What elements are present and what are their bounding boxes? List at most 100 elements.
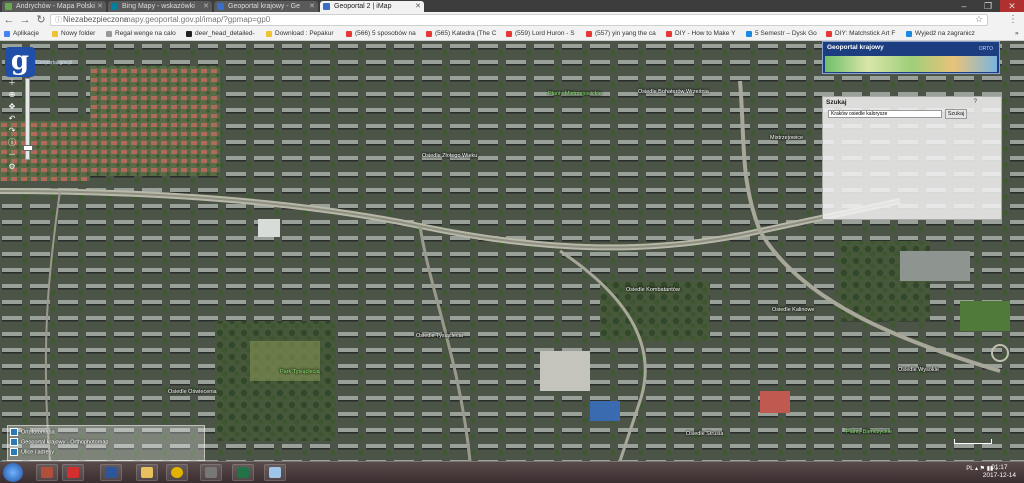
- taskbar-app-excel[interactable]: [232, 464, 254, 481]
- taskbar-app-paint[interactable]: [264, 464, 286, 481]
- url-text: mapy.geoportal.gov.pl/imap/?gpmap=gp0: [124, 15, 271, 24]
- address-bar[interactable]: ⓘ Niezabezpieczona mapy.geoportal.gov.pl…: [50, 14, 988, 26]
- taskbar-app-photo[interactable]: [36, 464, 58, 481]
- map-tools: ＋ ⊕ ✥ ↶ ↷ ⓘ － ⚙: [7, 76, 21, 174]
- more-bookmarks-icon[interactable]: »: [1006, 28, 1024, 40]
- tab-geoportal-imap[interactable]: Geoportal 2 | iMap ✕: [320, 1, 424, 12]
- zoom-out-icon[interactable]: －: [7, 150, 17, 160]
- zoom-area-icon[interactable]: ⊕: [7, 90, 17, 100]
- map-label: Osiedle Tysiąclecia: [416, 333, 463, 339]
- close-icon[interactable]: ✕: [97, 1, 103, 12]
- windows-start-icon[interactable]: [3, 463, 23, 482]
- language-indicator[interactable]: PL: [966, 466, 973, 472]
- help-icon[interactable]: ?: [974, 99, 977, 105]
- bookmark-item[interactable]: deer_head_detailed-: [186, 28, 269, 40]
- bookmark-label: Regał wenge na calo: [115, 30, 176, 37]
- reload-icon[interactable]: ↻: [34, 13, 48, 27]
- bookmark-item[interactable]: Aplikacje: [4, 28, 55, 40]
- checkbox-icon[interactable]: [10, 428, 18, 436]
- bookmark-item[interactable]: (557) yin yang the ca: [586, 28, 669, 40]
- window-close-icon[interactable]: ✕: [1000, 0, 1024, 12]
- geoportal-favicon-icon: [323, 3, 330, 10]
- zoom-slider-handle[interactable]: [23, 145, 33, 151]
- excel-icon: [237, 467, 249, 478]
- layer-label: Ulice i adresy: [21, 449, 55, 456]
- search-button[interactable]: Szukaj: [945, 109, 967, 119]
- checkbox-icon[interactable]: [10, 448, 18, 456]
- previous-view-icon[interactable]: ↶: [7, 114, 17, 124]
- settings-icon[interactable]: ⚙: [7, 162, 17, 172]
- pan-icon[interactable]: ✥: [7, 102, 17, 112]
- tab-title: Bing Mapy - wskazówki: [122, 3, 195, 10]
- car-icon: [205, 467, 217, 478]
- info-icon[interactable]: ⓘ: [55, 16, 62, 26]
- minimize-icon[interactable]: –: [952, 0, 976, 12]
- next-view-icon[interactable]: ↷: [7, 126, 17, 136]
- overview-minimap[interactable]: [825, 56, 997, 72]
- forward-arrow-icon[interactable]: →: [18, 13, 32, 27]
- bookmark-label: deer_head_detailed-: [195, 30, 255, 37]
- apps-grid-icon: [4, 31, 10, 37]
- taskbar-app-chrome[interactable]: [166, 464, 188, 481]
- search-title: Szukaj: [826, 99, 847, 106]
- map-label: Park Tysiąclecia: [280, 369, 320, 375]
- zoom-in-icon[interactable]: ＋: [7, 78, 17, 88]
- search-input[interactable]: [828, 110, 942, 118]
- bing-favicon-icon: [111, 3, 118, 10]
- bookmark-item[interactable]: (565) Katedra (The C: [426, 28, 509, 40]
- map-favicon-icon: [5, 3, 12, 10]
- bookmark-item[interactable]: 5 Semestr – Dysk Go: [746, 28, 829, 40]
- back-arrow-icon[interactable]: ←: [2, 13, 16, 27]
- bookmark-label: (565) Katedra (The C: [435, 30, 497, 37]
- close-icon[interactable]: ✕: [415, 1, 421, 12]
- tab-geoportal-krajowy[interactable]: Geoportal krajowy - Ge ✕: [214, 1, 318, 12]
- bookmark-item[interactable]: (566) 5 sposobów na: [346, 28, 429, 40]
- bookmark-item[interactable]: DIY - How to Make Y: [666, 28, 749, 40]
- info-icon[interactable]: ⓘ: [7, 138, 17, 148]
- taskbar-app-car[interactable]: [200, 464, 222, 481]
- map-label: Osiedle Kombatantów: [626, 287, 680, 293]
- layer-row[interactable]: Ulice i adresy: [10, 448, 54, 457]
- restore-icon[interactable]: ❐: [976, 0, 1000, 12]
- drive-icon: [746, 31, 752, 37]
- word-icon: [105, 467, 117, 478]
- bookmark-star-icon[interactable]: ☆: [975, 14, 983, 24]
- map-scale-bar: [954, 439, 992, 444]
- clock[interactable]: 01:17 2017-12-14: [983, 464, 1016, 480]
- bookmarks-bar: Aplikacje Nowy folder Regał wenge na cal…: [0, 28, 1024, 41]
- geoportal-logo[interactable]: g: [5, 47, 35, 77]
- overview-panel[interactable]: Geoportal krajowy ORTO: [822, 41, 1000, 74]
- close-icon[interactable]: ✕: [309, 1, 315, 12]
- taskbar-app-word[interactable]: [100, 464, 122, 481]
- map-label: Planty Mistrzejowickie: [548, 91, 602, 97]
- autocad-icon: [67, 467, 79, 478]
- zoom-slider[interactable]: [23, 78, 33, 160]
- menu-kebab-icon[interactable]: ⋮: [1008, 14, 1018, 25]
- taskbar-app-explorer[interactable]: [136, 464, 158, 481]
- bookmark-item[interactable]: DIY: Matchstick Art F: [826, 28, 909, 40]
- bookmark-item[interactable]: Nowy folder: [52, 28, 109, 40]
- bookmark-label: DIY - How to Make Y: [675, 30, 736, 37]
- bookmark-label: DIY: Matchstick Art F: [835, 30, 896, 37]
- geoportal-favicon-icon: [217, 3, 224, 10]
- bookmark-item[interactable]: (559) Lord Huron - S: [506, 28, 589, 40]
- taskbar-app-autocad[interactable]: [62, 464, 84, 481]
- layer-row[interactable]: Ortofotomapa: [10, 428, 55, 437]
- close-icon[interactable]: ✕: [203, 1, 209, 12]
- security-indicator: Niezabezpieczona: [63, 15, 129, 24]
- layer-row[interactable]: Geoportal krajowy - Orthophotomap: [10, 438, 108, 447]
- map-viewport[interactable]: g Geoportal.gov.pl ＋ ⊕ ✥ ↶ ↷ ⓘ － ⚙ Plant…: [0, 41, 1024, 461]
- bookmark-label: Aplikacje: [13, 30, 40, 37]
- youtube-icon: [826, 31, 832, 37]
- bookmark-item[interactable]: Download : Pepakur: [266, 28, 349, 40]
- youtube-icon: [426, 31, 432, 37]
- tab-title: Geoportal 2 | iMap: [334, 3, 392, 10]
- bookmark-label: Wyjedź na zagranicz: [915, 30, 975, 37]
- bookmark-item[interactable]: Wyjedź na zagranicz: [906, 28, 989, 40]
- bookmark-item[interactable]: Regał wenge na calo: [106, 28, 185, 40]
- checkbox-icon[interactable]: [10, 438, 18, 446]
- tab-andrychow[interactable]: Andrychów - Mapa Polski ✕: [2, 1, 106, 12]
- tab-bing[interactable]: Bing Mapy - wskazówki ✕: [108, 1, 212, 12]
- youtube-icon: [346, 31, 352, 37]
- page-icon: [906, 31, 912, 37]
